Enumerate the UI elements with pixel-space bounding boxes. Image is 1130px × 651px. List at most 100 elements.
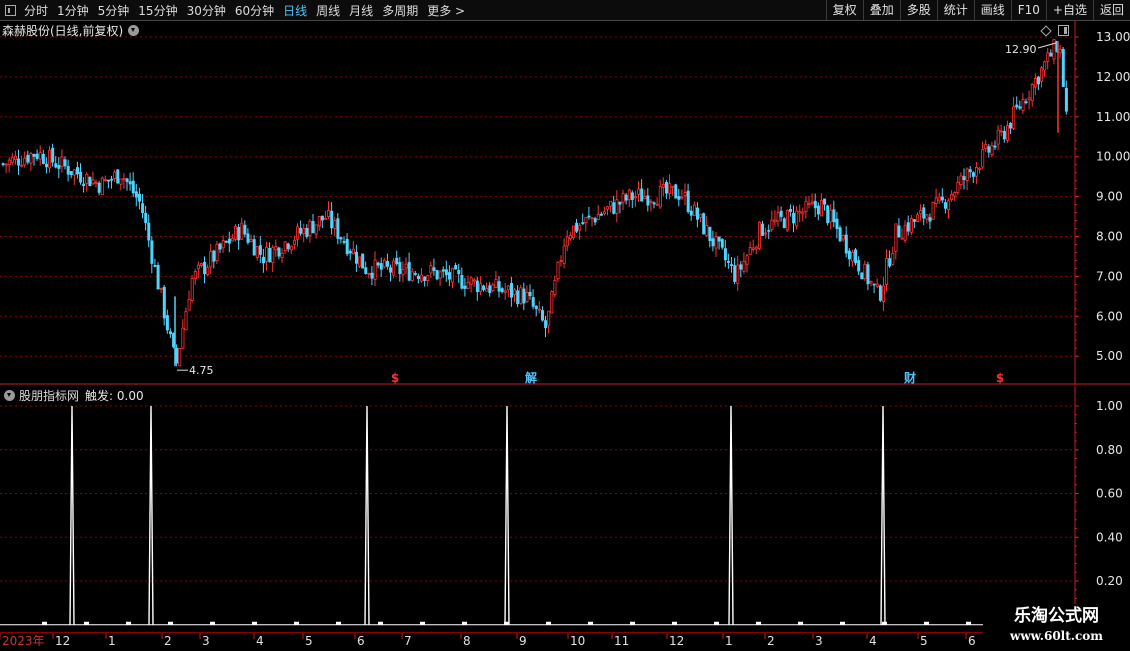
price-tick-label: 8.00 [1096,230,1123,244]
candle-body [209,251,213,268]
candle-body [913,219,917,222]
candle-body [544,320,548,329]
candle-body [565,236,569,247]
candle-body [379,263,383,270]
period-5[interactable]: 60分钟 [235,2,274,19]
price-tick-label: 9.00 [1096,190,1123,204]
candle-body [531,297,535,307]
event-marker-3[interactable]: $ [996,371,1004,385]
candle-body [525,291,529,302]
candle-body [441,269,445,272]
candle-body [345,239,349,255]
panel-toggle-icon[interactable] [5,4,16,16]
period-3[interactable]: 15分钟 [138,2,177,19]
candle-body [370,272,374,279]
period-0[interactable]: 分时 [24,2,48,19]
candle-body [26,154,30,163]
period-2[interactable]: 5分钟 [98,2,130,19]
candle-body [674,184,678,199]
candle-body [810,201,814,204]
candle-body [844,234,848,254]
period-9[interactable]: 多周期 [382,2,418,19]
candle-body [206,267,210,275]
candle-body [509,283,513,298]
candle-body [7,159,11,166]
period-1[interactable]: 1分钟 [57,2,89,19]
period-4[interactable]: 30分钟 [187,2,226,19]
candle-body [175,347,179,364]
tool-button-6[interactable]: +自选 [1045,0,1093,20]
candle-body [373,259,377,280]
candle-body [1021,99,1025,112]
event-marker-0[interactable]: $ [391,371,399,385]
date-label: 11 [614,634,629,648]
event-marker-2[interactable]: 财 [903,370,916,385]
candle-body [965,168,969,181]
candle-body [692,204,696,216]
candle-body [506,285,510,291]
candle-body [4,163,8,166]
candle-body [63,159,67,167]
candle-body [144,212,148,224]
candle-body [711,238,715,247]
candle-body [311,221,315,234]
candle-body [404,263,408,269]
candle-body [888,258,892,267]
candle-body [317,215,321,227]
candle-body [655,203,659,206]
candle-body [776,212,780,222]
candle-body [432,267,436,271]
diamond-icon[interactable] [1040,24,1052,37]
candle-body [593,218,597,223]
indicator-chart[interactable]: 1.00 0.80 0.60 0.40 0.20 [0,386,1130,631]
tool-button-0[interactable]: 复权 [825,0,863,20]
layout-icon[interactable] [1058,25,1069,36]
candle-body [661,184,665,188]
tool-button-1[interactable]: 叠加 [862,0,900,20]
candle-body [494,278,498,288]
title-dropdown-icon[interactable] [128,25,140,36]
candle-body [637,188,641,195]
candle-body [705,224,709,236]
candle-body [469,277,473,285]
period-7[interactable]: 周线 [316,2,340,19]
candle-body [547,310,551,326]
period-10[interactable]: 更多 > [427,2,465,19]
candle-body [516,290,520,305]
candle-body [466,281,470,289]
tool-button-7[interactable]: 返回 [1092,0,1130,20]
candle-body [940,196,944,201]
candle-body [556,261,560,280]
candle-body [708,226,712,241]
candle-body [165,315,169,331]
candle-body [748,247,752,255]
tool-button-4[interactable]: 画线 [973,0,1011,20]
candle-body [354,251,358,264]
candle-body [35,153,39,159]
period-8[interactable]: 月线 [349,2,373,19]
indicator-dropdown-icon[interactable] [4,390,15,401]
candle-body [460,275,464,289]
period-6[interactable]: 日线 [283,2,307,19]
candle-body [816,205,820,215]
candle-body [137,193,141,202]
candle-body [730,264,734,266]
candle-body [1009,122,1013,129]
candle-body [999,130,1003,133]
event-marker-1[interactable]: 解 [525,370,537,385]
candle-body [20,164,24,167]
candle-body [764,232,768,235]
candle-body [947,200,951,211]
tool-button-3[interactable]: 统计 [936,0,974,20]
candle-body [159,287,163,290]
candle-body [572,225,576,238]
candle-body [302,227,306,235]
candle-body [630,192,634,200]
candle-body [491,284,495,291]
tool-button-2[interactable]: 多股 [899,0,937,20]
candle-body [305,227,309,237]
candle-body [361,253,365,269]
candlestick-chart[interactable]: 5.00 6.00 7.00 8.00 9.00 10.00 11.00 12.00 13.00… [0,21,1130,385]
candle-body [820,199,824,217]
tool-button-5[interactable]: F10 [1010,0,1046,20]
